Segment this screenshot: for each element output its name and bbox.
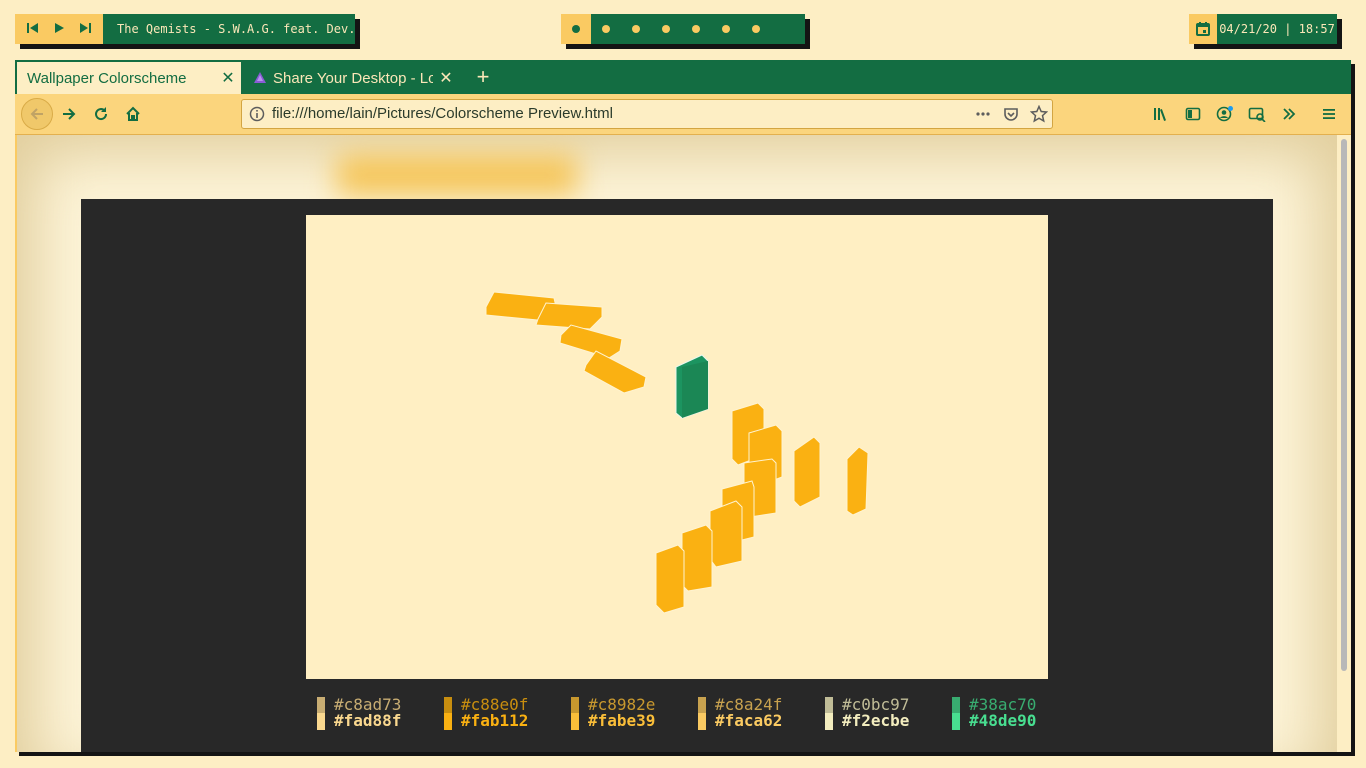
- swatch-dim-color: [571, 697, 579, 713]
- swatch-bright-color: [825, 713, 833, 730]
- palette-swatch: #c0bc97 #f2ecbe: [825, 696, 949, 733]
- palette-swatch: #c8ad73 #fad88f: [317, 696, 441, 733]
- calendar-icon: [1189, 14, 1217, 44]
- swatch-bright-hex: #48de90: [969, 711, 1037, 730]
- account-icon[interactable]: [1211, 101, 1239, 127]
- media-player-widget: The Qemists - S.W.A.G. feat. Dev..: [15, 14, 355, 44]
- swatch-bright-hex: #fad88f: [334, 711, 402, 730]
- arrow-left-icon: [30, 108, 43, 120]
- swatch-bright-color: [317, 713, 325, 730]
- workspace-dot-icon: [692, 25, 700, 33]
- standing-dominoes: [655, 402, 869, 614]
- workspace-dot-icon: [722, 25, 730, 33]
- swatch-dim-color: [952, 697, 960, 713]
- close-tab-icon[interactable]: ✕: [215, 68, 241, 88]
- swatch-bright-color: [698, 713, 706, 730]
- palette-swatch: #c8982e #fabe39: [571, 696, 695, 733]
- workspace-dot-icon: [602, 25, 610, 33]
- bookmark-star-icon[interactable]: [1030, 105, 1048, 123]
- new-tab-button[interactable]: +: [471, 64, 495, 90]
- arrow-right-icon: [63, 108, 76, 120]
- swatch-dim-color: [317, 697, 325, 713]
- wallpaper-preview: [306, 215, 1048, 679]
- workspace-2[interactable]: [591, 14, 621, 44]
- sidebar-icon[interactable]: [1179, 101, 1207, 127]
- tab-label: Wallpaper Colorscheme: [27, 69, 187, 87]
- workspace-dot-icon: [632, 25, 640, 33]
- swatch-bright-hex: #faca62: [715, 711, 783, 730]
- workspace-dot-icon: [662, 25, 670, 33]
- tab-wallpaper-colorscheme[interactable]: Wallpaper Colorscheme ✕: [17, 62, 241, 94]
- media-controls: [15, 14, 103, 44]
- swatch-bright-color: [952, 713, 960, 730]
- overflow-icon[interactable]: [1275, 101, 1303, 127]
- scrollbar-thumb[interactable]: [1341, 139, 1347, 671]
- date-time: 04/21/20 | 18:57: [1219, 22, 1335, 36]
- swatch-bright-color: [571, 713, 579, 730]
- swatch-bright-hex: #fabe39: [588, 711, 656, 730]
- preview-panel: #c8ad73 #fad88f #c88e0f #fab112 #c8982e #fabe…: [81, 199, 1273, 752]
- url-text: file:///home/lain/Pictures/Colorscheme P…: [272, 105, 613, 122]
- green-domino: [675, 354, 709, 419]
- palette-swatch: #c8a24f #faca62: [698, 696, 822, 733]
- swatch-bright-hex: #f2ecbe: [842, 711, 910, 730]
- scrollbar[interactable]: [1337, 135, 1351, 752]
- workspace-6[interactable]: [711, 14, 741, 44]
- swatch-dim-color: [444, 697, 452, 713]
- address-bar[interactable]: file:///home/lain/Pictures/Colorscheme P…: [241, 99, 1053, 129]
- forward-button[interactable]: [55, 101, 83, 127]
- skip-next-icon[interactable]: [78, 22, 92, 36]
- home-button[interactable]: [119, 101, 147, 127]
- fallen-dominoes: [485, 291, 647, 394]
- reload-button[interactable]: [87, 101, 115, 127]
- reload-icon: [95, 107, 108, 121]
- favicon-icon: [254, 72, 266, 83]
- pocket-icon[interactable]: [1002, 105, 1020, 123]
- screenshot-icon[interactable]: [1243, 101, 1271, 127]
- tab-share-your-desktop[interactable]: Share Your Desktop - Lou ✕: [245, 62, 459, 94]
- skip-previous-icon[interactable]: [26, 22, 40, 36]
- workspace-switcher: [561, 14, 805, 44]
- workspace-dot-icon: [572, 25, 580, 33]
- close-tab-icon[interactable]: ✕: [433, 68, 459, 88]
- info-icon[interactable]: [249, 106, 265, 122]
- workspace-4[interactable]: [651, 14, 681, 44]
- menu-icon[interactable]: [1315, 101, 1343, 127]
- browser-window: Wallpaper Colorscheme ✕ Share Your Deskt…: [15, 60, 1351, 752]
- swatch-bright-hex: #fab112: [461, 711, 529, 730]
- tab-label: Share Your Desktop - Lou: [273, 69, 433, 87]
- workspace-7[interactable]: [741, 14, 771, 44]
- tab-bar: Wallpaper Colorscheme ✕ Share Your Deskt…: [15, 60, 1351, 94]
- clock-widget: 04/21/20 | 18:57: [1189, 14, 1337, 44]
- page-actions-icon[interactable]: [974, 105, 992, 123]
- now-playing-track: The Qemists - S.W.A.G. feat. Dev..: [103, 14, 355, 44]
- palette-swatch: #38ac70 #48de90: [952, 696, 1076, 733]
- workspace-dot-icon: [752, 25, 760, 33]
- page-viewport: #c8ad73 #fad88f #c88e0f #fab112 #c8982e #fabe…: [17, 135, 1337, 752]
- domino-illustration: [485, 291, 869, 614]
- play-icon[interactable]: [53, 22, 65, 36]
- back-button[interactable]: [21, 98, 53, 130]
- workspace-5[interactable]: [681, 14, 711, 44]
- swatch-dim-color: [825, 697, 833, 713]
- swatch-bright-color: [444, 713, 452, 730]
- palette-swatch: #c88e0f #fab112: [444, 696, 568, 733]
- library-icon[interactable]: [1147, 101, 1175, 127]
- workspace-3[interactable]: [621, 14, 651, 44]
- swatch-dim-color: [698, 697, 706, 713]
- workspace-1[interactable]: [561, 14, 591, 44]
- navigation-toolbar: file:///home/lain/Pictures/Colorscheme P…: [15, 94, 1351, 135]
- home-icon: [126, 106, 140, 121]
